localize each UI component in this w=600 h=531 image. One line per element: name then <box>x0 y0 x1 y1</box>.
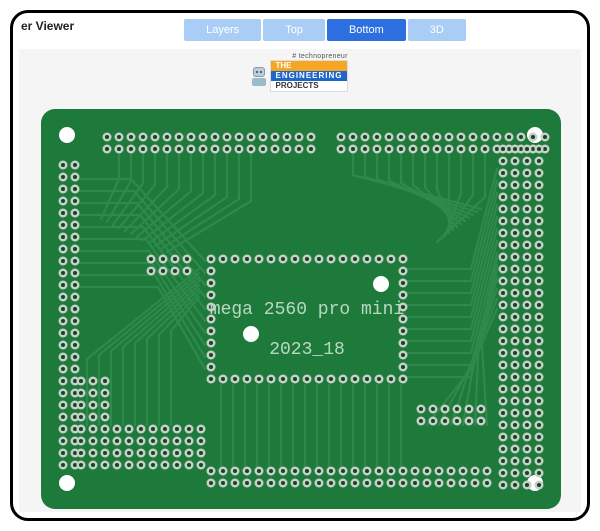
branding-watermark: # technopreneur THE ENGINEERING PROJECTS <box>19 49 581 92</box>
pcb-svg: mega 2560 pro mini 2023_18 <box>41 109 561 509</box>
header-bar: er Viewer Layers Top Bottom 3D <box>13 13 587 47</box>
viewer-canvas-area: # technopreneur THE ENGINEERING PROJECTS… <box>19 49 581 512</box>
tab-top[interactable]: Top <box>263 19 325 41</box>
board-revision-text: 2023_18 <box>269 340 345 360</box>
pcb-bottom-view: mega 2560 pro mini 2023_18 <box>41 109 561 509</box>
branding-logo-text: THE ENGINEERING PROJECTS <box>270 60 347 92</box>
tab-3d[interactable]: 3D <box>408 19 466 41</box>
board-name-text: mega 2560 pro mini <box>210 300 404 320</box>
tab-layers[interactable]: Layers <box>184 19 261 41</box>
tab-bar: Layers Top Bottom 3D <box>184 19 466 41</box>
branding-tagline: # technopreneur <box>292 53 347 60</box>
robot-icon <box>252 67 266 86</box>
viewer-window: er Viewer Layers Top Bottom 3D # technop… <box>10 10 590 521</box>
window-title: er Viewer <box>21 19 74 33</box>
tab-bottom[interactable]: Bottom <box>327 19 406 41</box>
